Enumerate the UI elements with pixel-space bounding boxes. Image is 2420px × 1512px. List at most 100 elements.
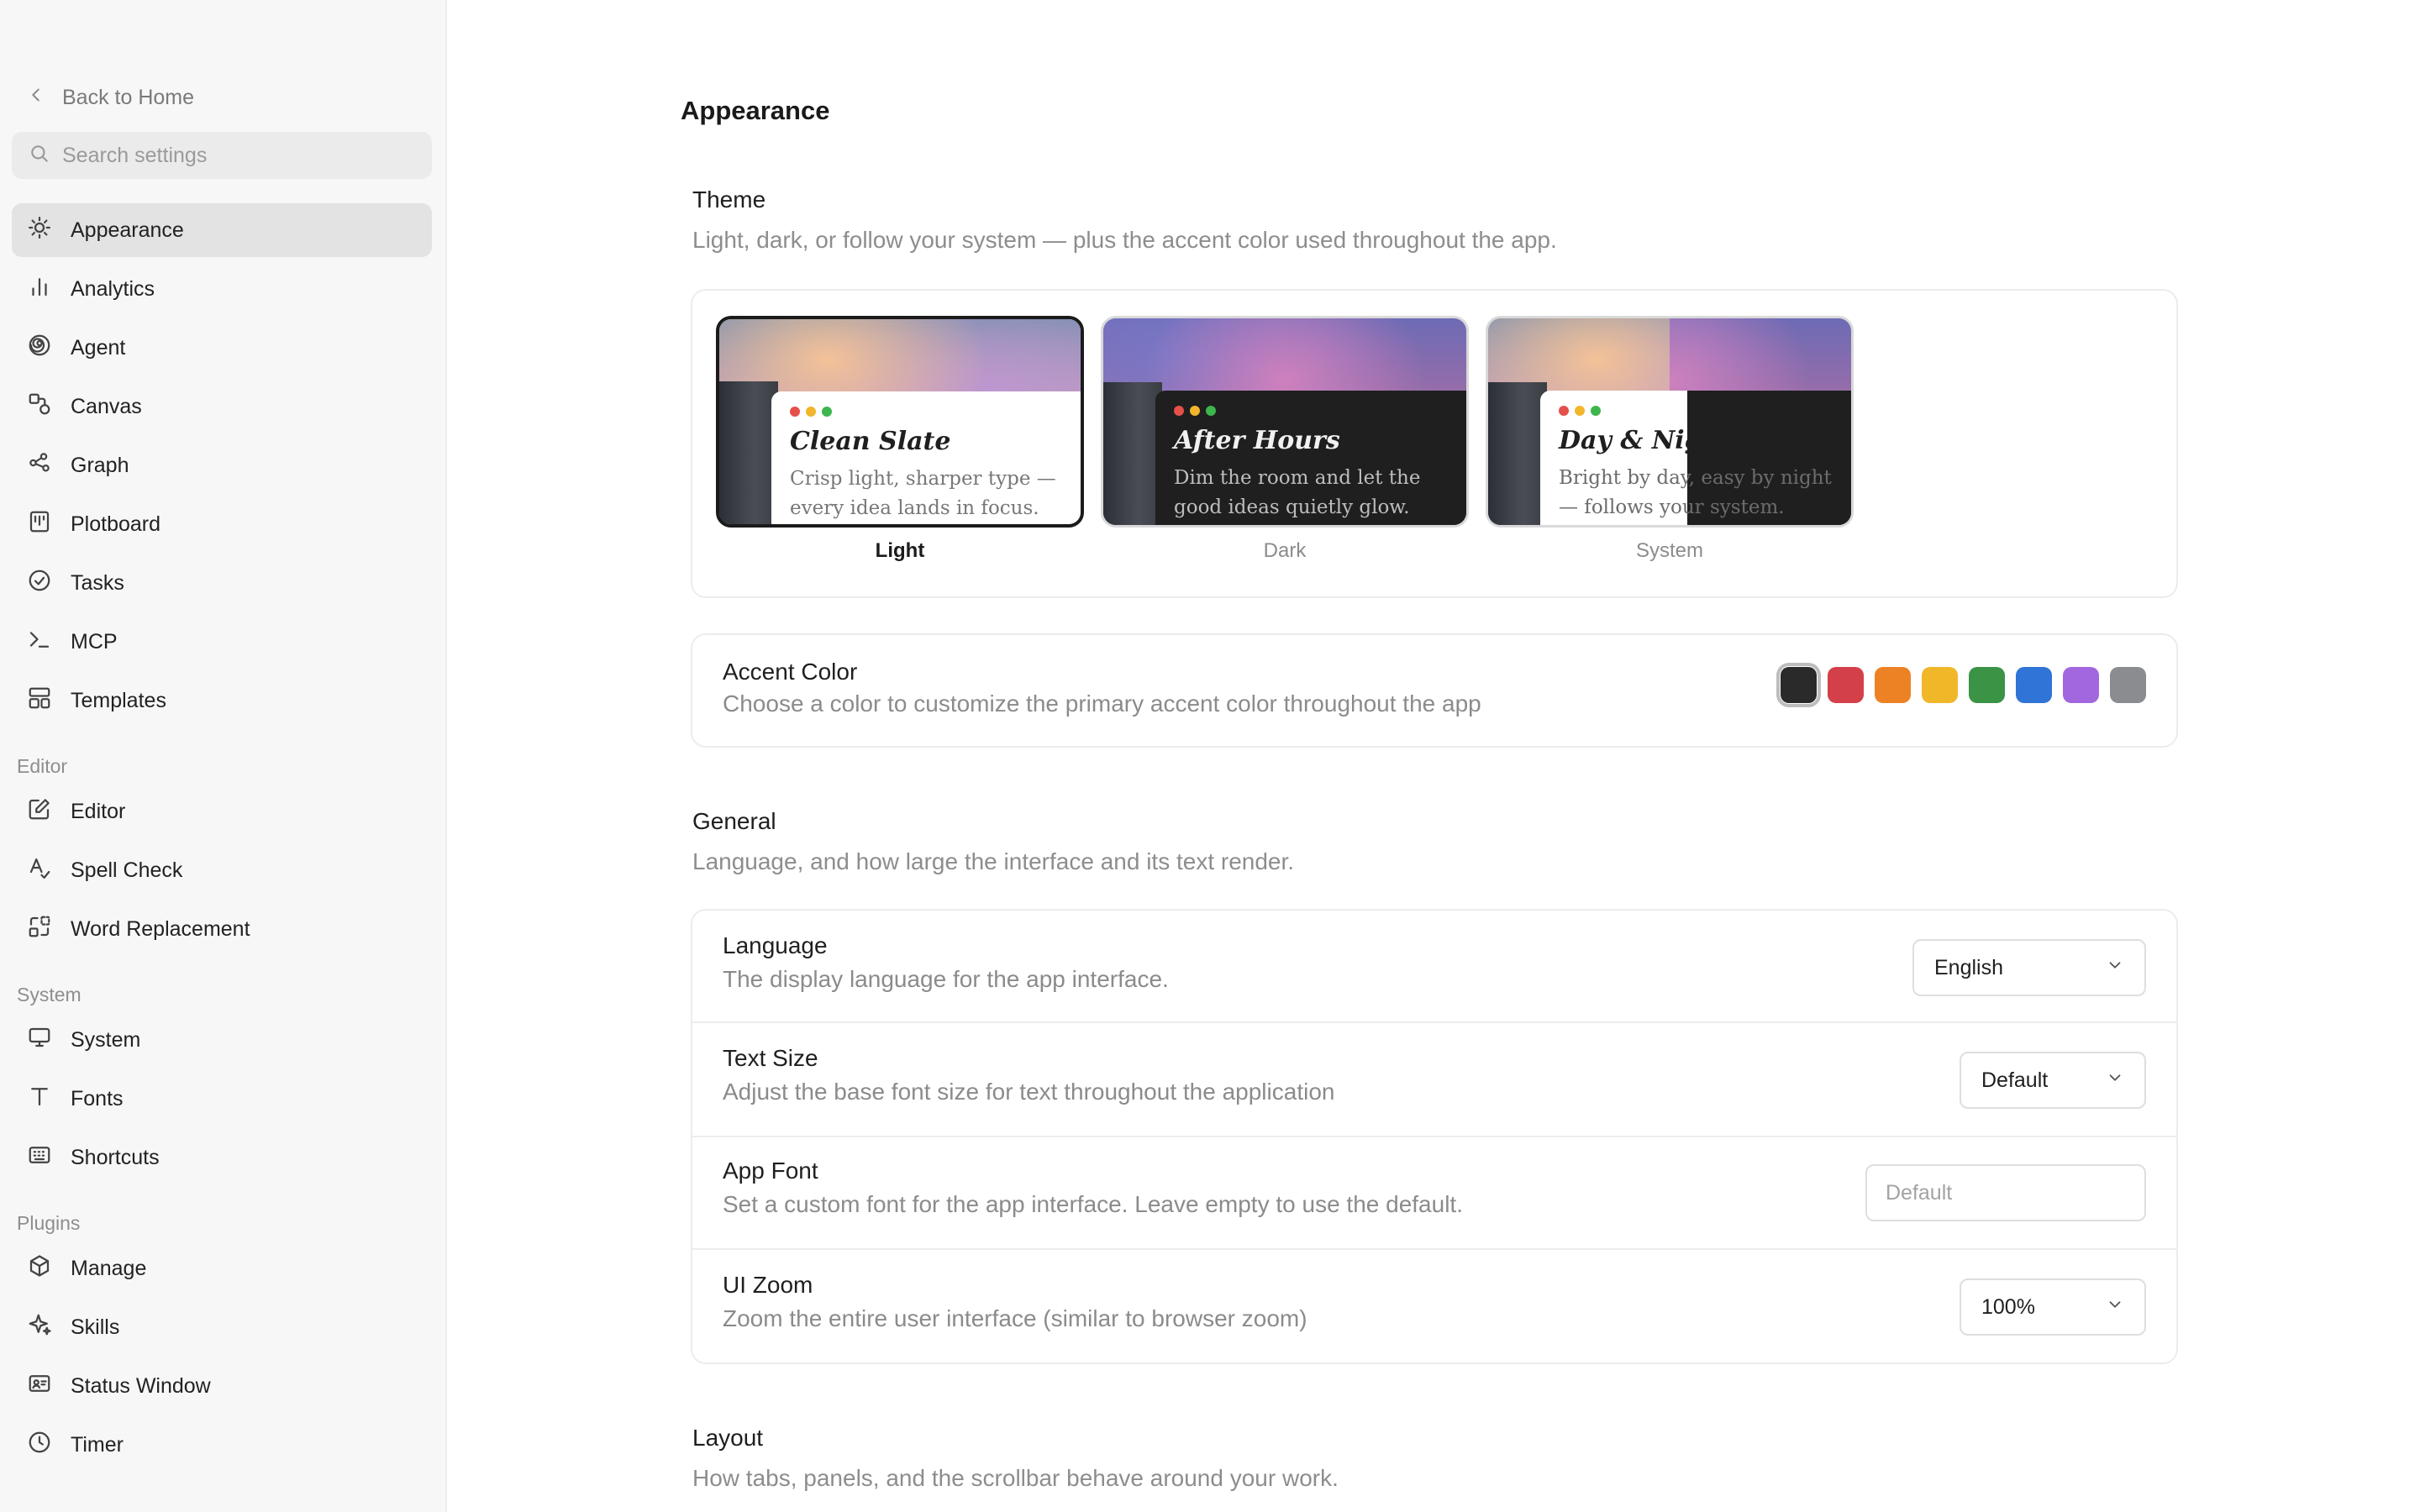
accent-swatch[interactable] <box>2110 667 2146 703</box>
ui-zoom-row: UI Zoom Zoom the entire user interface (… <box>692 1252 2176 1364</box>
sidebar-item-timer[interactable]: Timer <box>12 1418 432 1472</box>
settings-sidebar: Back to Home Appearance Analytics Agent <box>0 0 447 1512</box>
accent-swatch[interactable] <box>1828 667 1864 703</box>
clock-icon <box>27 1430 52 1461</box>
theme-name: Day & Night <box>1559 426 1733 455</box>
layout-section-title: Layout <box>692 1425 764 1451</box>
language-select[interactable]: English <box>1912 939 2146 996</box>
sidebar-item-label: Status Window <box>71 1373 211 1398</box>
layout-section-description: How tabs, panels, and the scrollbar beha… <box>692 1465 1339 1491</box>
settings-content: Appearance Theme Light, dark, or follow … <box>447 0 2420 1512</box>
sidebar-item-label: Appearance <box>71 218 184 242</box>
sidebar-item-label: Timer <box>71 1432 124 1457</box>
sidebar-item-status-window[interactable]: Status Window <box>12 1359 432 1413</box>
sidebar-item-tasks[interactable]: Tasks <box>12 556 432 610</box>
sidebar-item-system[interactable]: System <box>12 1013 432 1067</box>
edit-icon <box>27 796 52 827</box>
app-font-title: App Font <box>723 1158 818 1184</box>
sidebar-item-label: Plotboard <box>71 512 161 536</box>
sidebar-item-label: Graph <box>71 453 129 477</box>
chevron-down-icon <box>2106 1068 2124 1093</box>
general-card: Language The display language for the ap… <box>691 909 2178 1364</box>
ui-zoom-description: Zoom the entire user interface (similar … <box>723 1305 1307 1331</box>
sidebar-item-editor[interactable]: Editor <box>12 785 432 838</box>
sidebar-item-mcp[interactable]: MCP <box>12 615 432 669</box>
theme-tagline: Dim the room and let the good ideas quie… <box>1174 467 1421 518</box>
sparkle-icon <box>27 1312 52 1343</box>
accent-swatch[interactable] <box>1875 667 1911 703</box>
theme-label: Light <box>875 539 925 562</box>
ui-zoom-title: UI Zoom <box>723 1272 813 1298</box>
theme-label: System <box>1635 539 1703 562</box>
sidebar-item-label: Word Replacement <box>71 916 250 941</box>
theme-option-light[interactable]: Clean Slate Crisp light, sharper type — … <box>716 316 1084 563</box>
text-size-select-value: Default <box>1981 1068 2049 1092</box>
ui-zoom-select[interactable]: 100% <box>1960 1278 2146 1336</box>
board-icon <box>27 509 52 540</box>
preview-panel: Clean Slate Crisp light, sharper type — … <box>771 391 1081 524</box>
sidebar-item-label: Spell Check <box>71 858 183 882</box>
package-icon <box>27 1253 52 1284</box>
preview-panel: Day & Night Bright by day, easy by night… <box>1540 391 1851 525</box>
sidebar-item-agent[interactable]: Agent <box>12 321 432 375</box>
spell-check-icon <box>27 855 52 886</box>
app-font-input[interactable] <box>1865 1164 2146 1221</box>
sidebar-item-canvas[interactable]: Canvas <box>12 380 432 433</box>
page-title: Appearance <box>681 96 830 125</box>
keyboard-icon <box>27 1142 52 1173</box>
theme-preview-dark: After Hours Dim the room and let the goo… <box>1101 316 1469 528</box>
sidebar-item-label: MCP <box>71 629 118 654</box>
spiral-icon <box>27 333 52 364</box>
app-font-row: App Font Set a custom font for the app i… <box>692 1137 2176 1250</box>
accent-swatch[interactable] <box>1776 663 1821 707</box>
text-size-select[interactable]: Default <box>1960 1052 2146 1109</box>
accent-swatch[interactable] <box>1922 667 1958 703</box>
sidebar-item-plotboard[interactable]: Plotboard <box>12 497 432 551</box>
sidebar-item-graph[interactable]: Graph <box>12 438 432 492</box>
theme-name: Clean Slate <box>790 427 951 456</box>
theme-name: After Hours <box>1174 426 1340 455</box>
sidebar-item-appearance[interactable]: Appearance <box>12 203 432 257</box>
window-dots <box>790 407 1072 417</box>
theme-preview-light: Clean Slate Crisp light, sharper type — … <box>716 316 1084 528</box>
language-select-value: English <box>1934 955 2003 979</box>
theme-option-system[interactable]: Day & Night Bright by day, easy by night… <box>1486 316 1854 563</box>
chevron-left-icon <box>27 86 45 110</box>
text-size-title: Text Size <box>723 1045 818 1071</box>
accent-swatch[interactable] <box>2016 667 2052 703</box>
preview-panel: After Hours Dim the room and let the goo… <box>1155 391 1466 525</box>
sidebar-item-templates[interactable]: Templates <box>12 674 432 727</box>
sidebar-item-skills[interactable]: Skills <box>12 1300 432 1354</box>
sidebar-item-spell-check[interactable]: Spell Check <box>12 843 432 897</box>
sidebar-item-fonts[interactable]: Fonts <box>12 1072 432 1126</box>
back-to-home-label: Back to Home <box>62 85 195 109</box>
settings-window: Back to Home Appearance Analytics Agent <box>0 0 2420 1512</box>
cliff-image <box>1488 382 1547 525</box>
theme-tagline: Crisp light, sharper type — every idea l… <box>790 468 1056 519</box>
general-section-title: General <box>692 808 776 834</box>
check-circle-icon <box>27 568 52 599</box>
sidebar-item-analytics[interactable]: Analytics <box>12 262 432 316</box>
shapes-icon <box>27 391 52 423</box>
accent-swatch[interactable] <box>2063 667 2099 703</box>
type-icon <box>27 1084 52 1115</box>
search-settings-input[interactable] <box>62 143 415 168</box>
chevron-down-icon <box>2106 956 2124 980</box>
layout-template-icon <box>27 685 52 717</box>
sidebar-item-word-replacement[interactable]: Word Replacement <box>12 902 432 956</box>
sidebar-item-label: System <box>71 1027 141 1052</box>
search-icon <box>29 143 50 169</box>
monitor-icon <box>27 1025 52 1056</box>
back-to-home-link[interactable]: Back to Home <box>27 81 194 114</box>
accent-swatch[interactable] <box>1969 667 2005 703</box>
section-header-system: System <box>17 984 82 1005</box>
sidebar-item-label: Agent <box>71 335 126 360</box>
sidebar-item-label: Tasks <box>71 570 124 595</box>
theme-preview-system: Day & Night Bright by day, easy by night… <box>1486 316 1854 528</box>
search-settings-box[interactable] <box>12 132 432 179</box>
sidebar-item-manage[interactable]: Manage <box>12 1242 432 1295</box>
theme-option-dark[interactable]: After Hours Dim the room and let the goo… <box>1101 316 1469 563</box>
sidebar-item-shortcuts[interactable]: Shortcuts <box>12 1131 432 1184</box>
bar-chart-icon <box>27 274 52 305</box>
sidebar-item-label: Editor <box>71 799 126 823</box>
